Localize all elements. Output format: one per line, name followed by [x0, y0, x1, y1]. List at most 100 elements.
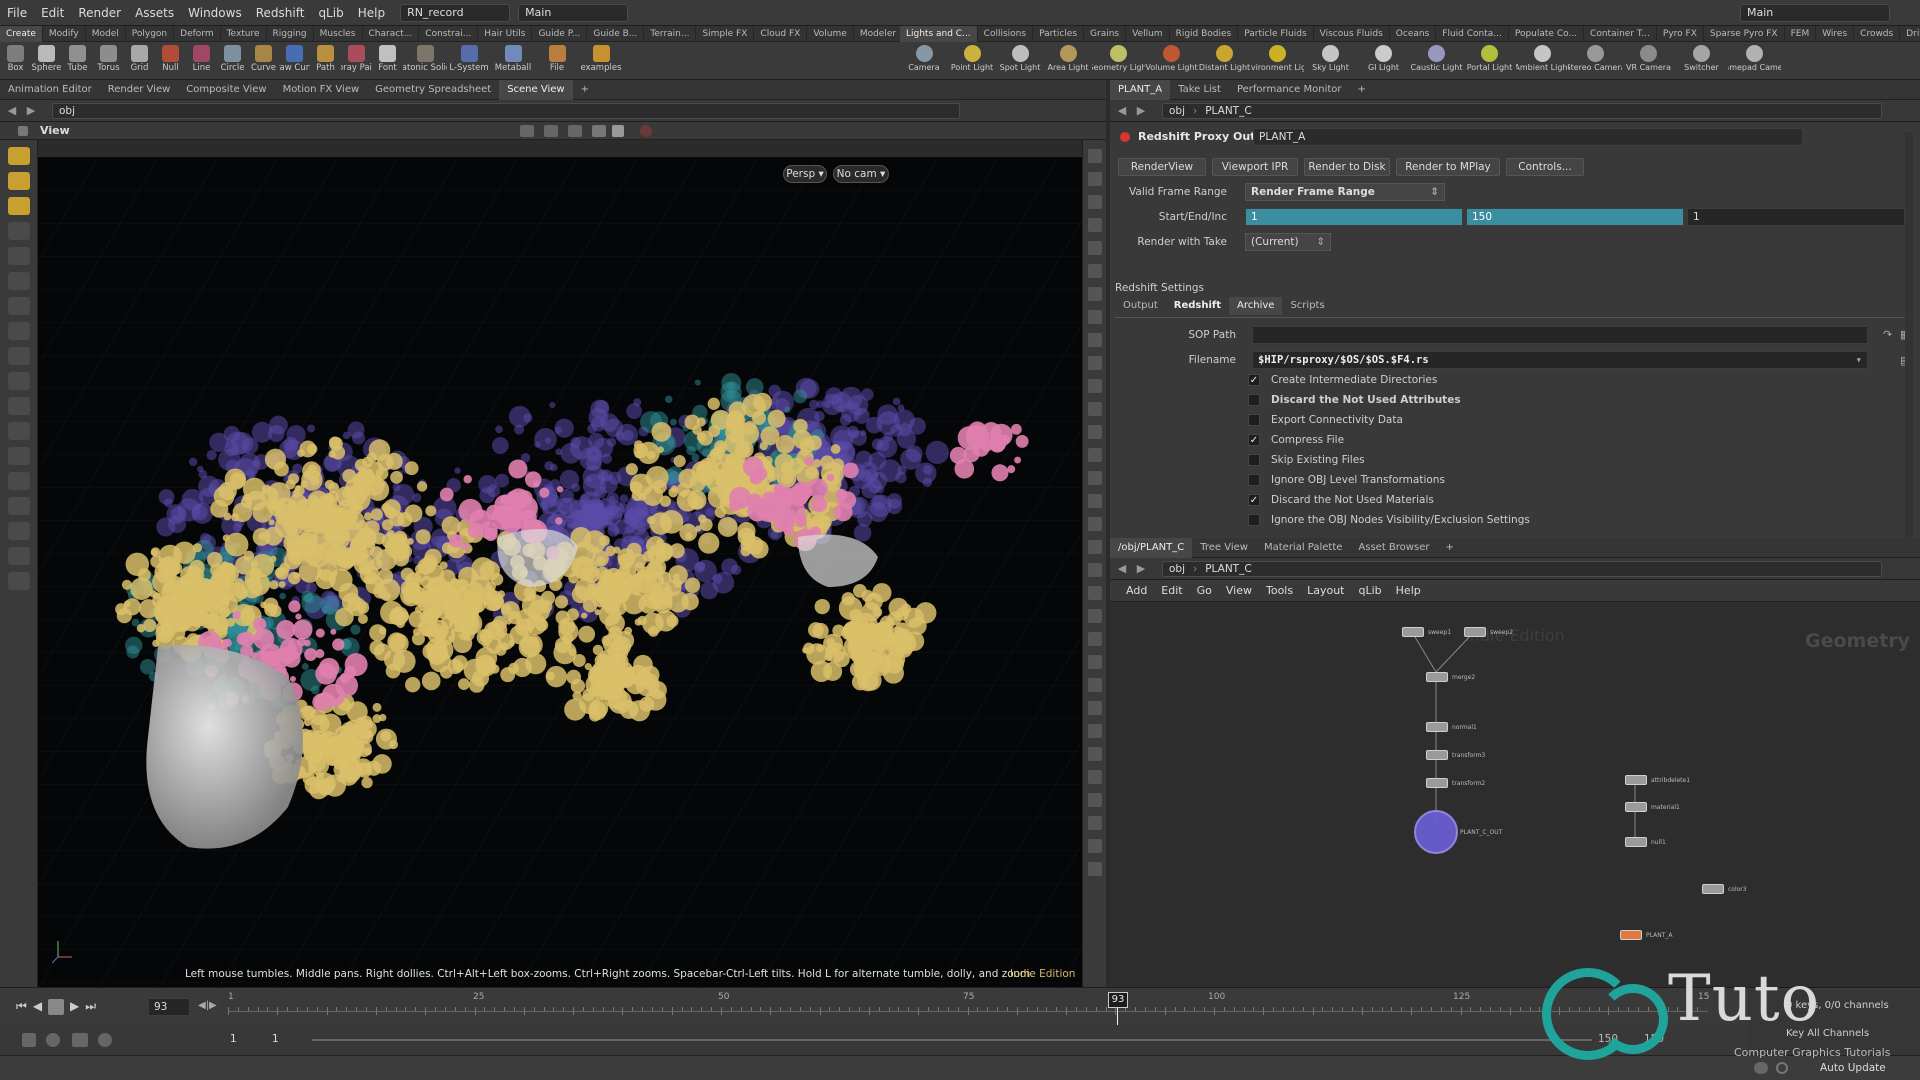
net-forward-icon[interactable]: ▶: [1134, 562, 1148, 576]
network-menu-item[interactable]: View: [1226, 584, 1252, 597]
network-node[interactable]: [1426, 672, 1448, 682]
shelf-tab[interactable]: Charact...: [363, 25, 420, 42]
network-menu-item[interactable]: qLib: [1359, 584, 1382, 597]
viewport-option-icon[interactable]: [1088, 839, 1102, 853]
viewport-option-icon[interactable]: [1088, 402, 1102, 416]
shelf-tool[interactable]: Sky Light: [1304, 42, 1357, 79]
checkbox[interactable]: ✓: [1248, 494, 1260, 506]
select-icon[interactable]: [8, 147, 30, 165]
shelf-tool[interactable]: Box: [0, 42, 31, 79]
scene-path-field[interactable]: obj: [52, 102, 960, 119]
shelf-tool[interactable]: examples: [579, 42, 623, 79]
shelf-tool[interactable]: L-System: [447, 42, 491, 79]
viewport-option-icon[interactable]: [1088, 655, 1102, 669]
checkbox[interactable]: [1248, 394, 1260, 406]
shelf-tool[interactable]: Font: [372, 42, 403, 79]
playhead[interactable]: 93: [1108, 992, 1128, 1008]
checkbox-row[interactable]: Ignore OBJ Level Transformations: [1248, 470, 1530, 490]
network-tab[interactable]: Asset Browser: [1350, 538, 1437, 558]
viewport-option-icon[interactable]: [1088, 310, 1102, 324]
settings-subtab[interactable]: Archive: [1229, 297, 1283, 315]
shelf-tab[interactable]: Simple FX: [696, 25, 755, 42]
record-icon[interactable]: [639, 124, 652, 137]
shelf-tool[interactable]: Platonic Solids: [403, 42, 447, 79]
viewport-option-icon[interactable]: [1088, 724, 1102, 738]
checkbox-row[interactable]: Ignore the OBJ Nodes Visibility/Exclusio…: [1248, 510, 1530, 530]
shelf-tool[interactable]: Line: [186, 42, 217, 79]
shelf-tab[interactable]: Rigging: [267, 25, 314, 42]
network-menu-item[interactable]: Tools: [1266, 584, 1293, 597]
sop-path-jump-icon[interactable]: ↷: [1883, 328, 1892, 341]
pose-icon[interactable]: [8, 272, 30, 290]
param-tab[interactable]: PLANT_A: [1110, 79, 1171, 100]
network-node[interactable]: [1625, 775, 1647, 785]
shelf-tab[interactable]: Viscous Fluids: [1314, 25, 1390, 42]
shelf-tool[interactable]: Curve: [248, 42, 279, 79]
shelf-tool[interactable]: File: [535, 42, 579, 79]
shelf-tab[interactable]: Wires: [1816, 25, 1855, 42]
render-action-button[interactable]: Render to Disk: [1304, 158, 1390, 176]
valid-frame-range-select[interactable]: Render Frame Range ⇕: [1245, 183, 1445, 201]
viewport-option-icon[interactable]: [1088, 747, 1102, 761]
scene-tab[interactable]: Composite View: [178, 80, 274, 100]
shelf-tool[interactable]: Camera: [900, 42, 948, 79]
viewport-option-icon[interactable]: [1088, 862, 1102, 876]
shelf-tab[interactable]: Guide P...: [532, 25, 588, 42]
file-selector[interactable]: RN_record: [400, 3, 511, 22]
settings-subtab[interactable]: Output: [1115, 297, 1166, 315]
shelf-tool[interactable]: Stereo Camera: [1569, 42, 1622, 79]
network-node[interactable]: [1620, 930, 1642, 940]
shelf-tool[interactable]: Environment Light: [1251, 42, 1304, 79]
shelf-tab[interactable]: Create: [0, 25, 43, 42]
viewport-option-icon[interactable]: [1088, 701, 1102, 715]
sculpt-icon[interactable]: [8, 547, 30, 565]
shelf-tool[interactable]: Ambient Light: [1516, 42, 1569, 79]
render-region-icon[interactable]: [8, 497, 30, 515]
shelf-tab[interactable]: Pyro FX: [1657, 25, 1704, 42]
rotate-icon[interactable]: [8, 197, 30, 215]
viewport-option-icon[interactable]: [1088, 816, 1102, 830]
add-pane-tab-icon[interactable]: +: [573, 80, 597, 100]
param-back-icon[interactable]: ◀: [1115, 104, 1129, 118]
play-icon[interactable]: ▶: [70, 999, 79, 1015]
param-path-field[interactable]: obj › PLANT_C: [1162, 102, 1882, 119]
shelf-tool[interactable]: Metaball: [491, 42, 535, 79]
viewport-option-icon[interactable]: [1088, 586, 1102, 600]
scene-tab[interactable]: Scene View: [499, 79, 573, 100]
checkbox-row[interactable]: Export Connectivity Data: [1248, 410, 1530, 430]
viewport-option-icon[interactable]: [1088, 241, 1102, 255]
shelf-tool[interactable]: Point Light: [948, 42, 996, 79]
checkbox[interactable]: ✓: [1248, 434, 1260, 446]
shelf-tab[interactable]: Cloud FX: [754, 25, 808, 42]
shelf-tab[interactable]: Modify: [43, 25, 86, 42]
shelf-tab[interactable]: Modeler: [854, 25, 904, 42]
display-toggle-icon[interactable]: [591, 124, 606, 137]
range-start-field[interactable]: 1: [230, 1033, 237, 1045]
visibility-icon[interactable]: [8, 572, 30, 590]
shelf-tab[interactable]: Texture: [221, 25, 267, 42]
realtime-icon[interactable]: [98, 1033, 112, 1047]
back-icon[interactable]: ◀: [5, 104, 19, 118]
shelf-tool[interactable]: Switcher: [1675, 42, 1728, 79]
handle-icon[interactable]: [8, 247, 30, 265]
viewport-option-icon[interactable]: [1088, 287, 1102, 301]
render-action-button[interactable]: RenderView: [1118, 158, 1206, 176]
filename-field[interactable]: $HIP/rsproxy/$OS/$OS.$F4.rs ▾: [1252, 351, 1868, 369]
network-node[interactable]: [1625, 802, 1647, 812]
snap-tool-icon[interactable]: [567, 124, 582, 137]
network-menu-item[interactable]: Go: [1197, 584, 1212, 597]
shelf-tool[interactable]: Gamepad Camera: [1728, 42, 1781, 79]
network-node[interactable]: [1625, 837, 1647, 847]
checkbox-row[interactable]: ✓ Create Intermediate Directories: [1248, 370, 1530, 390]
time-ruler[interactable]: 1 25 50 75 100 125 15: [228, 992, 1709, 1022]
menu-item-windows[interactable]: Windows: [181, 6, 249, 20]
network-node[interactable]: [1464, 627, 1486, 637]
scene-tab[interactable]: Render View: [100, 80, 179, 100]
viewport-option-icon[interactable]: [1088, 379, 1102, 393]
render-action-button[interactable]: Controls...: [1506, 158, 1584, 176]
render-with-take-select[interactable]: (Current) ⇕: [1245, 233, 1331, 251]
network-tab[interactable]: /obj/PLANT_C: [1110, 537, 1193, 558]
shelf-tab[interactable]: Model: [86, 25, 126, 42]
menu-item-redshift[interactable]: Redshift: [249, 6, 312, 20]
settings-subtab[interactable]: Redshift: [1166, 297, 1229, 315]
